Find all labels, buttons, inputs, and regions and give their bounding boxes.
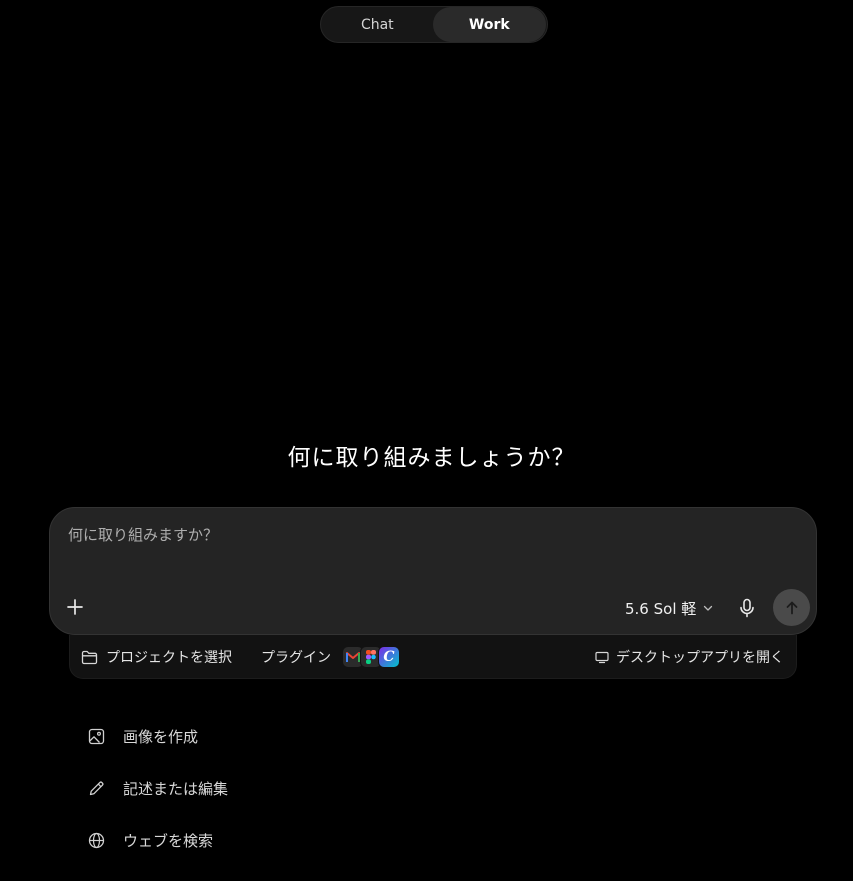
suggestion-create-image[interactable]: 画像を作成 [87,710,228,762]
chevron-down-icon [704,605,713,611]
tab-chat[interactable]: Chat [322,7,433,42]
monitor-icon [595,651,609,663]
plugins-button[interactable]: プラグイン [261,647,331,667]
suggestion-label: 画像を作成 [123,727,199,746]
send-button[interactable] [773,589,810,626]
microphone-icon [740,598,754,618]
prompt-input[interactable] [68,526,788,544]
folder-icon [81,650,98,664]
tab-work[interactable]: Work [432,7,546,42]
plus-icon [67,599,83,615]
select-project-button[interactable]: プロジェクトを選択 [81,647,232,667]
composer-sub-bar: プロジェクトを選択 プラグイン C デスクトップアプリを開く [69,635,797,679]
plugins-label: プラグイン [261,650,331,666]
image-icon [87,727,105,745]
suggestion-label: 記述または編集 [123,779,229,798]
plugin-icons[interactable]: C [342,644,400,670]
microphone-button[interactable] [736,597,758,619]
open-desktop-app-button[interactable]: デスクトップアプリを開く [595,647,784,667]
open-desktop-app-label: デスクトップアプリを開く [616,650,784,666]
suggestion-write-edit[interactable]: 記述または編集 [87,762,228,814]
suggestion-search-web[interactable]: ウェブを検索 [87,814,228,866]
suggestion-list: 画像を作成 記述または編集 ウェブを検索 [87,710,228,866]
model-label: 5.6 Sol 軽 [625,599,697,618]
composer: 5.6 Sol 軽 [49,507,817,635]
canva-plugin-icon: C [378,646,400,668]
select-project-label: プロジェクトを選択 [106,650,232,666]
add-attachment-button[interactable] [62,594,88,620]
model-select[interactable]: 5.6 Sol 軽 [625,597,714,619]
mode-toggle: Chat Work [320,6,548,43]
suggestion-label: ウェブを検索 [123,831,214,850]
page-title: 何に取り組みましょうか？ [287,445,576,471]
pencil-icon [87,779,105,797]
arrow-up-icon [786,601,797,614]
globe-icon [87,831,105,849]
